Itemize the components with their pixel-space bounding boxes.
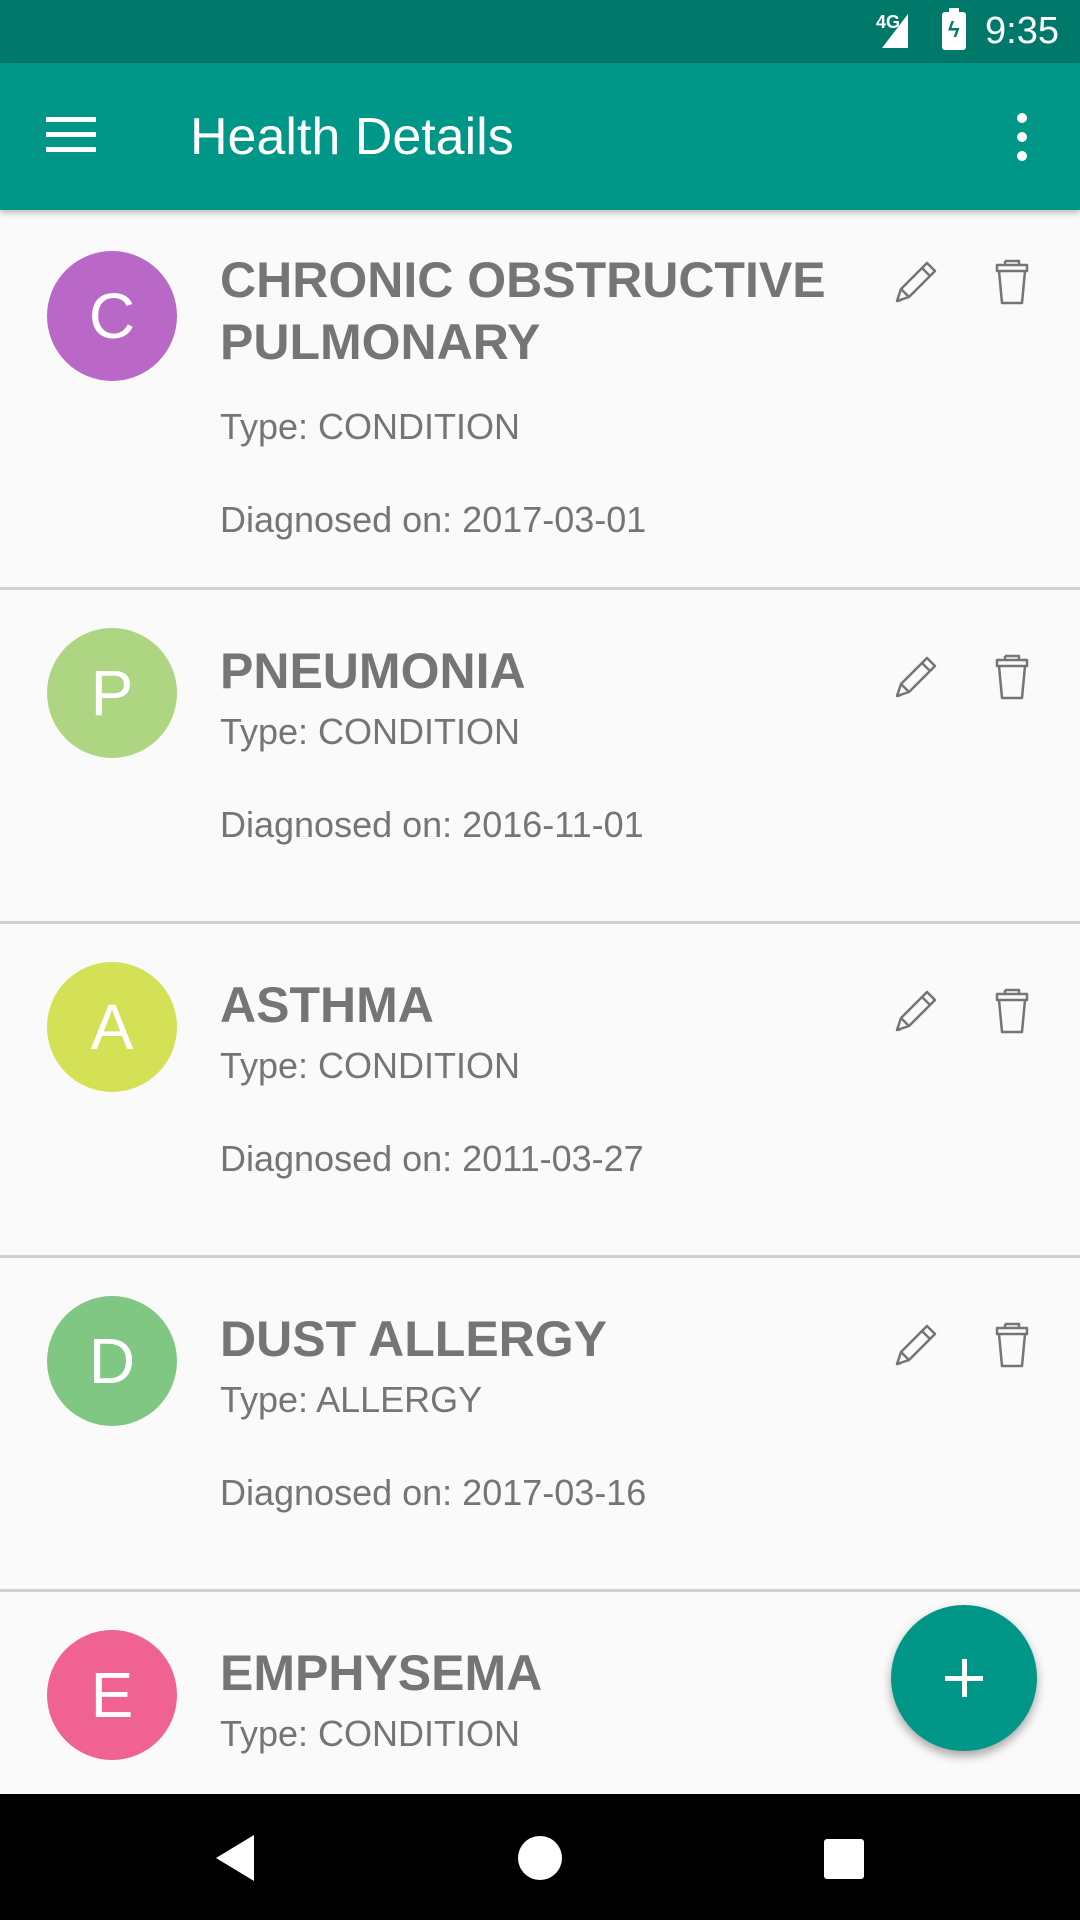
signal-icon [882,14,908,48]
record-diagnosed-date: Diagnosed on: 2016-11-01 [220,804,644,845]
edit-pencil-icon[interactable] [889,650,943,704]
back-icon[interactable] [210,1831,270,1885]
status-time: 9:35 [985,10,1059,52]
record-type: Type: ALLERGY [220,1379,483,1420]
record-diagnosed-date: Diagnosed on: 2011-03-27 [220,1138,644,1179]
home-icon[interactable] [518,1836,562,1880]
avatar: C [47,251,177,381]
add-record-button[interactable] [891,1605,1037,1751]
list-item[interactable]: C CHRONIC OBSTRUCTIVE PULMONARY Type: CO… [0,210,1080,590]
delete-trash-icon[interactable] [985,650,1039,704]
record-name: ASTHMA [220,977,434,1033]
record-name: DUST ALLERGY [220,1311,608,1367]
more-vert-icon[interactable] [1000,111,1044,163]
avatar: A [47,962,177,1092]
menu-icon[interactable] [46,115,98,155]
delete-trash-icon[interactable] [985,1318,1039,1372]
record-name: CHRONIC OBSTRUCTIVE PULMONARY [220,252,826,370]
delete-trash-icon[interactable] [985,255,1039,309]
avatar: P [47,628,177,758]
edit-pencil-icon[interactable] [889,984,943,1038]
recents-icon[interactable] [824,1839,864,1879]
record-type: Type: CONDITION [220,1045,521,1086]
record-type: Type: CONDITION [220,711,521,752]
record-name: PNEUMONIA [220,643,526,699]
edit-pencil-icon[interactable] [889,1318,943,1372]
record-type: Type: CONDITION [220,406,521,447]
record-diagnosed-date: Diagnosed on: 2017-03-16 [220,1472,647,1513]
edit-pencil-icon[interactable] [889,255,943,309]
page-title: Health Details [190,108,514,166]
status-bar: 4G ϟ 9:35 [0,0,1080,63]
record-type: Type: CONDITION [220,1713,521,1754]
list-item[interactable]: A ASTHMA Type: CONDITION Diagnosed on: 2… [0,924,1080,1258]
app-bar: Health Details [0,63,1080,210]
list-item[interactable]: D DUST ALLERGY Type: ALLERGY Diagnosed o… [0,1258,1080,1592]
battery-charging-icon: ϟ [942,8,966,50]
avatar: E [47,1630,177,1760]
system-nav-bar [0,1794,1080,1920]
record-diagnosed-date: Diagnosed on: 2017-03-01 [220,499,647,540]
delete-trash-icon[interactable] [985,984,1039,1038]
health-records-list[interactable]: C CHRONIC OBSTRUCTIVE PULMONARY Type: CO… [0,210,1080,1794]
avatar: D [47,1296,177,1426]
record-name: EMPHYSEMA [220,1645,543,1701]
list-item[interactable]: P PNEUMONIA Type: CONDITION Diagnosed on… [0,590,1080,924]
